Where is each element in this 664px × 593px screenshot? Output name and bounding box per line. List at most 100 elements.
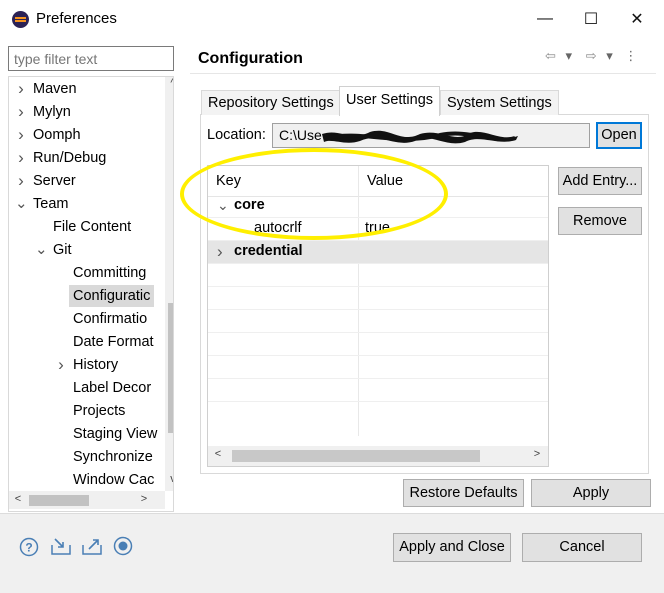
row-gridline <box>208 309 548 310</box>
table-row[interactable]: › credential <box>208 240 548 263</box>
tree-item-label: Configuratic <box>73 288 151 304</box>
tree-item-label: History <box>73 357 119 373</box>
back-menu-icon[interactable]: ▾ <box>566 48 573 63</box>
tree-item[interactable]: Synchronize <box>69 446 157 468</box>
record-icon[interactable] <box>113 536 133 556</box>
tree-item[interactable]: Date Format <box>69 331 158 353</box>
open-button[interactable]: Open <box>596 122 642 149</box>
tree-item[interactable]: Label Decor <box>69 377 155 399</box>
expand-chevron-icon[interactable]: › <box>55 354 67 376</box>
eclipse-logo-icon <box>12 11 29 28</box>
scroll-up-icon[interactable]: ^ <box>166 77 173 89</box>
tree-item-label: Run/Debug <box>33 150 107 166</box>
scroll-down-icon[interactable]: v <box>166 473 173 485</box>
tree-item-label: Mylyn <box>33 104 71 120</box>
table-horizontal-thumb[interactable] <box>232 450 480 462</box>
row-gridline <box>208 240 548 241</box>
expand-chevron-icon[interactable]: › <box>15 147 27 169</box>
forward-icon[interactable]: ⇨ <box>586 48 597 63</box>
tree-item[interactable]: › Run/Debug <box>18 147 110 169</box>
scroll-left-icon[interactable]: < <box>11 493 25 505</box>
tree-item[interactable]: ⌄ Git <box>35 239 76 261</box>
remove-button[interactable]: Remove <box>558 207 642 235</box>
title-bar: Preferences — ☐ ✕ <box>0 0 664 38</box>
tree-item-label: Server <box>33 173 76 189</box>
tree-item[interactable]: Staging View <box>69 423 161 445</box>
collapse-chevron-icon[interactable]: ⌄ <box>15 193 28 215</box>
row-gridline <box>208 263 548 264</box>
collapse-chevron-icon[interactable]: ⌄ <box>35 239 48 261</box>
row-key: credential <box>234 243 303 259</box>
svg-text:?: ? <box>25 541 32 555</box>
filter-input[interactable] <box>9 47 183 70</box>
expand-chevron-icon[interactable]: › <box>15 124 27 146</box>
tree-item-label: File Content <box>53 219 132 235</box>
tree-item-label: Window Cac <box>73 472 155 488</box>
tree-item[interactable]: › History <box>58 354 122 376</box>
tree-item[interactable]: › Mylyn <box>18 101 75 123</box>
tree-item[interactable]: › Maven <box>18 78 81 100</box>
minimize-button[interactable]: — <box>522 0 568 38</box>
highlight-ellipse <box>180 148 448 240</box>
tree-horizontal-thumb[interactable] <box>29 495 89 506</box>
help-icon[interactable]: ? <box>19 537 39 557</box>
expand-chevron-icon[interactable]: › <box>15 101 27 123</box>
tree-item[interactable]: File Content <box>49 216 135 238</box>
cancel-button[interactable]: Cancel <box>522 533 642 562</box>
tree-item[interactable]: Configuratic <box>69 285 155 307</box>
row-gridline <box>208 355 548 356</box>
tree-item[interactable]: Projects <box>69 400 129 422</box>
tree-item[interactable]: Window Cac <box>69 469 158 491</box>
redaction-scribble <box>322 130 518 144</box>
import-icon[interactable] <box>50 536 72 556</box>
row-gridline <box>208 332 548 333</box>
tree-item[interactable]: › Server <box>18 170 80 192</box>
close-button[interactable]: ✕ <box>614 0 660 38</box>
preferences-tree[interactable]: › Maven › Mylyn › Oomph › Run/Debug › Server ⌄ Team… <box>8 76 174 512</box>
row-gridline <box>208 286 548 287</box>
row-gridline <box>208 401 548 402</box>
tab-repository-settings[interactable]: Repository Settings <box>201 90 341 115</box>
expand-chevron-icon[interactable]: › <box>15 78 27 100</box>
tree-item-label: Label Decor <box>73 380 152 396</box>
apply-button[interactable]: Apply <box>531 479 651 507</box>
back-icon[interactable]: ⇦ <box>545 48 556 63</box>
expand-chevron-icon[interactable]: › <box>15 170 27 192</box>
tree-item-label: Confirmatio <box>73 311 148 327</box>
tree-item-label: Date Format <box>73 334 154 350</box>
tree-item-label: Team <box>33 196 69 212</box>
filter-field[interactable] <box>8 46 183 71</box>
add-entry-button[interactable]: Add Entry... <box>558 167 642 195</box>
view-menu-icon[interactable]: ⋮ <box>624 48 637 63</box>
tree-item-label: Synchronize <box>73 449 153 465</box>
tree-item-label: Git <box>53 242 72 258</box>
tree-item-label: Maven <box>33 81 77 97</box>
table-scroll-right-icon[interactable]: > <box>530 448 544 460</box>
restore-defaults-button[interactable]: Restore Defaults <box>403 479 524 507</box>
tree-item-label: Staging View <box>73 426 158 442</box>
page-navigation: ⇦ ▾ ⇨ ▾ ⋮ <box>545 48 637 64</box>
table-scroll-left-icon[interactable]: < <box>211 448 225 460</box>
forward-menu-icon[interactable]: ▾ <box>606 48 613 63</box>
maximize-button[interactable]: ☐ <box>568 0 614 38</box>
row-gridline <box>208 378 548 379</box>
expand-chevron-icon[interactable]: › <box>217 240 223 263</box>
preferences-window: Preferences — ☐ ✕ › Maven › Mylyn › Oomph › Run… <box>0 0 664 593</box>
tree-item[interactable]: Confirmatio <box>69 308 151 330</box>
tree-vertical-thumb[interactable] <box>168 303 173 433</box>
tab-user-settings[interactable]: User Settings <box>339 86 441 116</box>
page-title: Configuration <box>198 50 303 67</box>
location-label: Location: <box>207 127 266 143</box>
window-title: Preferences <box>36 10 117 27</box>
tree-item[interactable]: › Oomph <box>18 124 85 146</box>
tree-item[interactable]: Committing <box>69 262 150 284</box>
export-icon[interactable] <box>81 536 103 556</box>
tree-item-label: Committing <box>73 265 147 281</box>
apply-and-close-button[interactable]: Apply and Close <box>393 533 511 562</box>
tree-item-label: Projects <box>73 403 126 419</box>
tree-item-label: Oomph <box>33 127 81 143</box>
tab-system-settings[interactable]: System Settings <box>440 90 559 115</box>
location-value: C:\Use <box>279 127 322 143</box>
tree-item[interactable]: ⌄ Team <box>15 193 72 215</box>
scroll-right-icon[interactable]: > <box>137 493 151 505</box>
